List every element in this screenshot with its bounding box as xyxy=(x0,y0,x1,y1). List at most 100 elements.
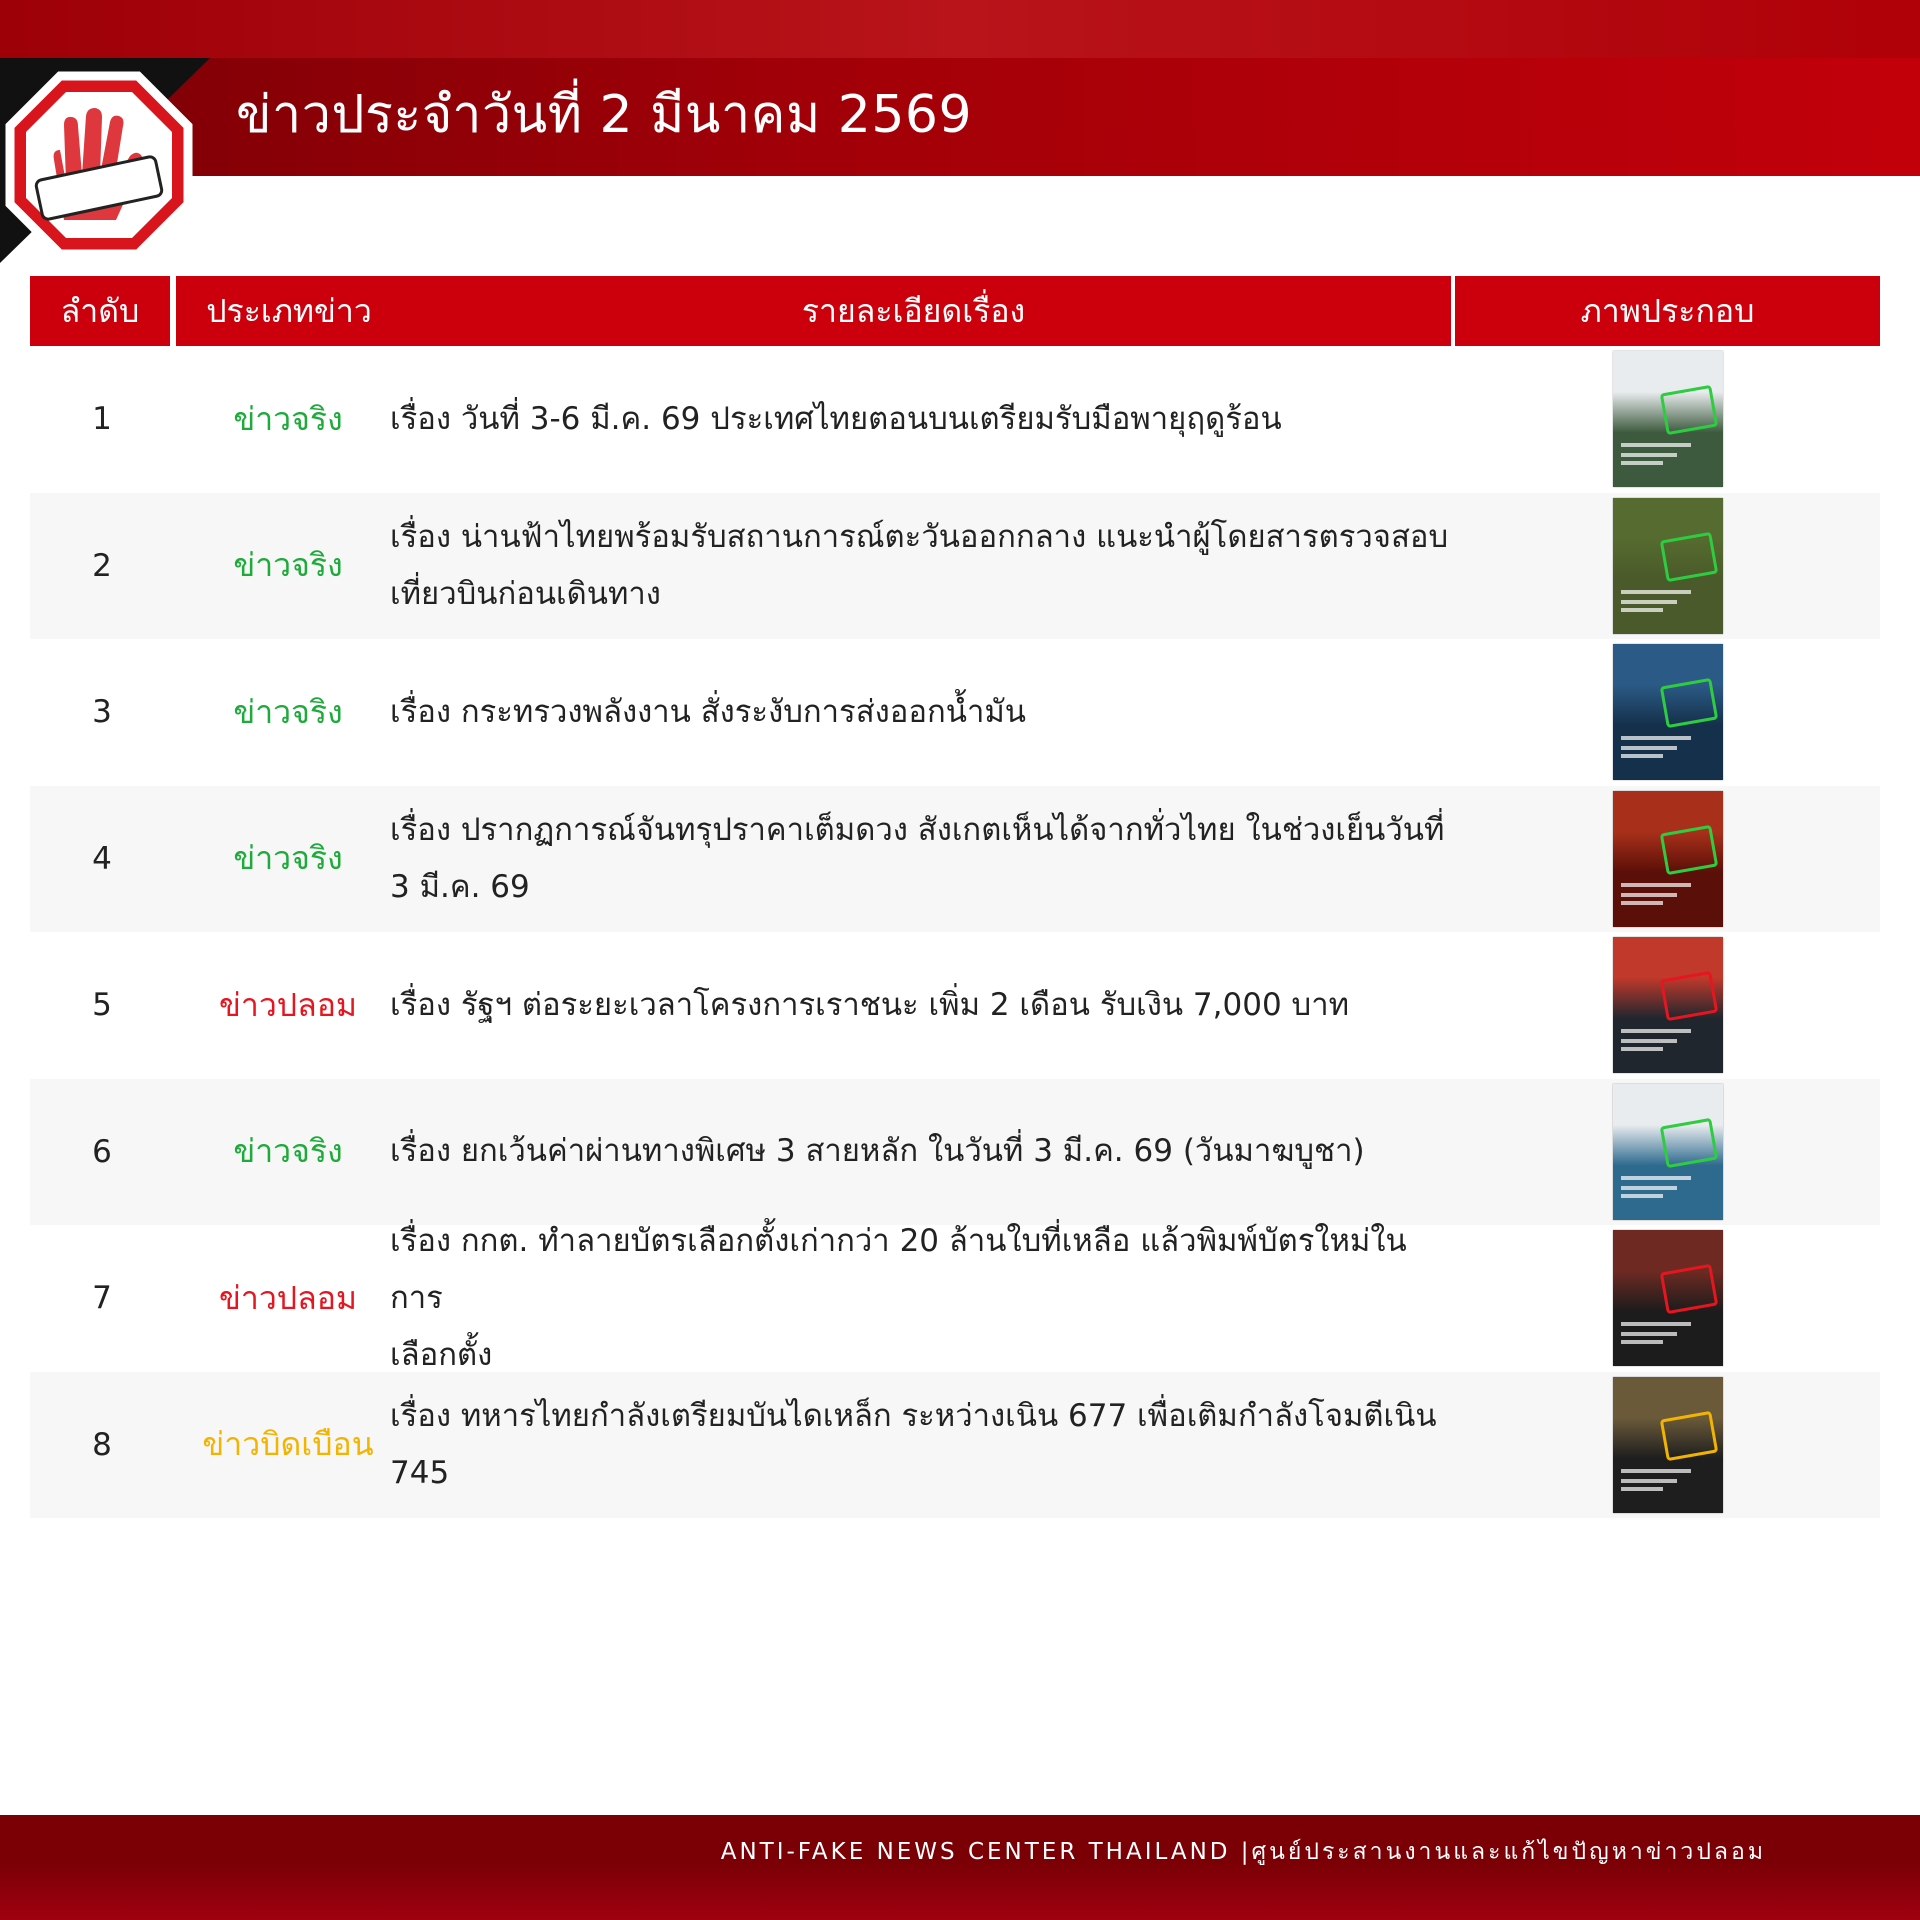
anti-fake-news-logo xyxy=(5,71,193,259)
description-line: เรื่อง น่านฟ้าไทยพร้อมรับสถานการณ์ตะวันอ… xyxy=(390,518,1449,555)
thumbnail-text-line xyxy=(1621,1193,1663,1198)
thumbnail-cell xyxy=(1612,786,1724,933)
news-thumbnail[interactable] xyxy=(1613,1083,1723,1220)
thumbnail-text-line xyxy=(1621,1029,1691,1034)
news-thumbnail[interactable] xyxy=(1613,644,1723,781)
table-row: 8 ข่าวบิดเบือน เรื่อง ทหารไทยกำลังเตรียมบั… xyxy=(30,1371,1880,1519)
news-type-label: ข่าวบิดเบือน xyxy=(202,1425,374,1464)
page-title: ข่าวประจำวันที่ 2 มีนาคม 2569 xyxy=(236,85,973,145)
news-thumbnail[interactable] xyxy=(1613,937,1723,1074)
thumbnail-text-line xyxy=(1621,892,1677,897)
news-type-label: ข่าวจริง xyxy=(233,399,343,438)
thumbnail-text-line xyxy=(1621,461,1663,466)
table-body: 1 ข่าวจริง เรื่อง วันที่ 3-6 มี.ค. 69 ประเ… xyxy=(30,346,1880,1518)
thumbnail-text-line xyxy=(1621,736,1691,741)
news-thumbnail[interactable] xyxy=(1613,1376,1723,1513)
description-line: เรื่อง กระทรวงพลังงาน สั่งระงับการส่งออก… xyxy=(390,693,1026,730)
news-thumbnail[interactable] xyxy=(1613,790,1723,927)
thumbnail-text-line xyxy=(1621,1039,1677,1044)
thumbnail-text-line xyxy=(1621,754,1663,759)
thumbnail-text-line xyxy=(1621,443,1691,448)
row-number: 3 xyxy=(92,694,112,731)
description-line: เรื่อง รัฐฯ ต่อระยะเวลาโครงการเราชนะ เพิ… xyxy=(390,986,1350,1023)
footer-text: ANTI-FAKE NEWS CENTER THAILAND |ศูนย์ประ… xyxy=(720,1839,1766,1865)
table-row: 1 ข่าวจริง เรื่อง วันที่ 3-6 มี.ค. 69 ประเ… xyxy=(30,346,1880,493)
verdict-stamp xyxy=(1659,531,1719,582)
verdict-stamp xyxy=(1659,1264,1719,1315)
table-row: 6 ข่าวจริง เรื่อง ยกเว้นค่าผ่านทางพิเศษ 3 … xyxy=(30,1078,1880,1226)
row-number: 1 xyxy=(92,401,112,438)
verdict-stamp xyxy=(1659,971,1719,1022)
thumbnail-text-line xyxy=(1621,1185,1677,1190)
verdict-stamp xyxy=(1659,824,1719,875)
news-type-label: ข่าวจริง xyxy=(233,1132,343,1171)
row-number: 6 xyxy=(92,1133,112,1170)
table-row: 5 ข่าวปลอม เรื่อง รัฐฯ ต่อระยะเวลาโครงการเ… xyxy=(30,932,1880,1079)
table-row: 2 ข่าวจริง เรื่อง น่านฟ้าไทยพร้อมรับสถานกา… xyxy=(30,492,1880,640)
row-number: 7 xyxy=(92,1280,112,1317)
verdict-stamp xyxy=(1659,385,1719,436)
news-description: เรื่อง กกต. ทำลายบัตรเลือกตั้งเก่ากว่า 2… xyxy=(390,1223,1450,1373)
thumbnail-text-line xyxy=(1621,746,1677,751)
news-description: เรื่อง ปรากฏการณ์จันทรุปราคาเต็มดวง สังเ… xyxy=(390,786,1450,933)
thumbnail-text-line xyxy=(1621,1468,1691,1473)
thumbnail-text-line xyxy=(1621,607,1663,612)
row-number: 8 xyxy=(92,1426,112,1463)
thumbnail-text-line xyxy=(1621,1478,1677,1483)
description-line: เรื่อง วันที่ 3-6 มี.ค. 69 ประเทศไทยตอนบ… xyxy=(390,400,1282,437)
thumbnail-text-line xyxy=(1621,453,1677,458)
verdict-stamp xyxy=(1659,1117,1719,1168)
news-description: เรื่อง ยกเว้นค่าผ่านทางพิเศษ 3 สายหลัก ใ… xyxy=(390,1079,1450,1226)
news-table: ลำดับ ประเภทข่าว รายละเอียดเรื่อง ภาพประ… xyxy=(30,276,1880,1518)
col-header-details: รายละเอียดเรื่อง xyxy=(376,276,1451,346)
thumbnail-text-line xyxy=(1621,1332,1677,1337)
col-header-type: ประเภทข่าว xyxy=(176,276,402,346)
verdict-stamp xyxy=(1659,678,1719,729)
verdict-stamp xyxy=(1659,1410,1719,1461)
news-description: เรื่อง กระทรวงพลังงาน สั่งระงับการส่งออก… xyxy=(390,639,1450,786)
top-band xyxy=(0,0,1920,58)
description-line: 3 มี.ค. 69 xyxy=(390,868,530,905)
table-row: 4 ข่าวจริง เรื่อง ปรากฏการณ์จันทรุปราคาเต็… xyxy=(30,785,1880,933)
news-thumbnail[interactable] xyxy=(1613,1230,1723,1367)
row-number: 5 xyxy=(92,987,112,1024)
table-header: ลำดับ ประเภทข่าว รายละเอียดเรื่อง ภาพประ… xyxy=(30,276,1880,346)
news-description: เรื่อง วันที่ 3-6 มี.ค. 69 ประเทศไทยตอนบ… xyxy=(390,346,1450,493)
row-number: 4 xyxy=(92,840,112,877)
news-thumbnail[interactable] xyxy=(1613,351,1723,488)
table-row: 3 ข่าวจริง เรื่อง กระทรวงพลังงาน สั่งระงับ… xyxy=(30,639,1880,786)
thumbnail-text-line xyxy=(1621,1175,1691,1180)
thumbnail-text-line xyxy=(1621,1340,1663,1345)
news-thumbnail[interactable] xyxy=(1613,497,1723,634)
description-line: เรื่อง ทหารไทยกำลังเตรียมบันไดเหล็ก ระหว… xyxy=(390,1397,1437,1491)
news-type-label: ข่าวปลอม xyxy=(218,985,358,1024)
col-header-image: ภาพประกอบ xyxy=(1455,276,1880,346)
thumbnail-cell xyxy=(1612,1372,1724,1519)
thumbnail-text-line xyxy=(1621,599,1677,604)
news-description: เรื่อง รัฐฯ ต่อระยะเวลาโครงการเราชนะ เพิ… xyxy=(390,932,1450,1079)
thumbnail-text-line xyxy=(1621,1047,1663,1052)
description-line: เรื่อง ยกเว้นค่าผ่านทางพิเศษ 3 สายหลัก ใ… xyxy=(390,1133,1365,1170)
row-number: 2 xyxy=(92,547,112,584)
table-row: 7 ข่าวปลอม เรื่อง กกต. ทำลายบัตรเลือกตั้งเ… xyxy=(30,1223,1880,1373)
thumbnail-cell xyxy=(1612,346,1724,493)
news-description: เรื่อง น่านฟ้าไทยพร้อมรับสถานการณ์ตะวันอ… xyxy=(390,493,1450,640)
thumbnail-text-line xyxy=(1621,1322,1691,1327)
thumbnail-text-line xyxy=(1621,882,1691,887)
description-line: เที่ยวบินก่อนเดินทาง xyxy=(390,575,661,612)
thumbnail-text-line xyxy=(1621,589,1691,594)
thumbnail-cell xyxy=(1612,1079,1724,1226)
thumbnail-cell xyxy=(1612,493,1724,640)
thumbnail-cell xyxy=(1612,1225,1724,1372)
news-type-label: ข่าวจริง xyxy=(233,839,343,878)
news-type-label: ข่าวจริง xyxy=(233,546,343,585)
thumbnail-cell xyxy=(1612,932,1724,1079)
thumbnail-text-line xyxy=(1621,1486,1663,1491)
news-type-label: ข่าวปลอม xyxy=(218,1278,358,1317)
news-description: เรื่อง ทหารไทยกำลังเตรียมบันไดเหล็ก ระหว… xyxy=(390,1372,1450,1519)
col-header-order: ลำดับ xyxy=(30,276,170,346)
description-line: เรื่อง ปรากฏการณ์จันทรุปราคาเต็มดวง สังเ… xyxy=(390,811,1445,848)
thumbnail-cell xyxy=(1612,639,1724,786)
news-type-label: ข่าวจริง xyxy=(233,692,343,731)
thumbnail-text-line xyxy=(1621,900,1663,905)
